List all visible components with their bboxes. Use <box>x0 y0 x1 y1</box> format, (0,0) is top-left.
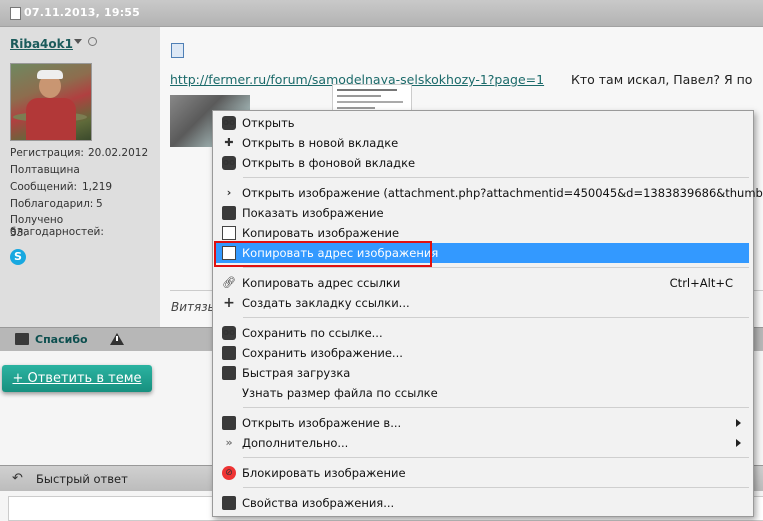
menu-separator <box>243 407 749 408</box>
thanks-icon[interactable] <box>15 333 29 345</box>
link-icon: 🔗︎ <box>222 276 236 289</box>
context-menu: oo Открыть ✚ Открыть в новой вкладке oo … <box>212 110 763 517</box>
glasses-icon: oo <box>222 116 236 130</box>
block-icon: ⊘ <box>222 466 236 480</box>
skype-icon[interactable]: S <box>10 249 26 265</box>
menu-separator <box>243 177 749 178</box>
user-menu-arrow-icon[interactable] <box>74 39 82 44</box>
menu-item-open-image-in[interactable]: Открыть изображение в... <box>215 413 749 433</box>
menu-separator <box>243 457 749 458</box>
camera-icon <box>222 206 236 220</box>
post-header: 07.11.2013, 19:55 <box>0 0 763 27</box>
menu-item-open-new-tab[interactable]: ✚ Открыть в новой вкладке <box>215 133 749 153</box>
menu-item-file-size[interactable]: Узнать размер файла по ссылке <box>215 383 749 403</box>
username-link[interactable]: Riba4ok1 <box>10 37 73 51</box>
chevron-right-icon: › <box>226 186 232 199</box>
submenu-arrow-icon <box>736 439 741 447</box>
menu-item-save-image[interactable]: Сохранить изображение... <box>215 343 749 363</box>
menu-item-image-properties[interactable]: Свойства изображения... <box>215 493 749 513</box>
menu-item-save-link[interactable]: oo Сохранить по ссылке... <box>215 323 749 343</box>
reply-in-thread-button[interactable]: + Ответить в теме <box>2 365 152 392</box>
stat-thanks-count: 33. <box>10 227 27 239</box>
stat-messages: Сообщений: 1,219 <box>10 181 113 193</box>
glasses-icon: oo <box>222 156 236 170</box>
double-chevron-icon: » <box>225 436 233 449</box>
warning-exclamation-mark <box>116 336 118 341</box>
online-status-icon <box>88 37 97 46</box>
menu-item-more[interactable]: » Дополнительно... <box>215 433 749 453</box>
menu-item-open[interactable]: oo Открыть <box>215 113 749 133</box>
menu-item-block-image[interactable]: ⊘ Блокировать изображение <box>215 463 749 483</box>
signature-text: Витязь <box>171 300 215 314</box>
avatar[interactable] <box>10 63 92 141</box>
menu-separator <box>243 267 749 268</box>
shortcut-label: Ctrl+Alt+C <box>669 276 733 290</box>
menu-separator <box>243 487 749 488</box>
stat-registration: Регистрация: 20.02.2012 <box>10 147 149 159</box>
avatar-cap-shape <box>37 70 63 79</box>
quick-reply-label: Быстрый ответ <box>36 472 128 486</box>
stat-location: Полтавщина <box>10 164 80 176</box>
thanks-button[interactable]: Спасибо <box>35 333 88 346</box>
menu-item-open-background-tab[interactable]: oo Открыть в фоновой вкладке <box>215 153 749 173</box>
properties-icon <box>222 496 236 510</box>
stat-thanks-received: Получено благодарностей: <box>10 214 104 238</box>
post-document-icon <box>10 7 21 20</box>
menu-item-open-image[interactable]: › Открыть изображение (attachment.php?at… <box>215 183 763 203</box>
menu-item-copy-image[interactable]: Копировать изображение <box>215 223 749 243</box>
reply-arrow-icon: ↶ <box>12 471 23 486</box>
submenu-arrow-icon <box>736 419 741 427</box>
stat-thanked: Поблагодарил: 5 <box>10 198 103 210</box>
post-date: 07.11.2013, 19:55 <box>24 6 141 19</box>
menu-item-quick-download[interactable]: Быстрая загрузка <box>215 363 749 383</box>
save-icon <box>222 346 236 360</box>
menu-separator <box>243 317 749 318</box>
glasses-icon: oo <box>222 326 236 340</box>
plus-icon: + <box>223 295 235 311</box>
post-text: Кто там искал, Павел? Я по <box>571 72 753 87</box>
post-icon <box>171 43 184 58</box>
camera-icon <box>222 416 236 430</box>
download-icon <box>222 366 236 380</box>
highlight-annotation-box <box>214 241 432 267</box>
user-info-sidebar: Riba4ok1 Регистрация: 20.02.2012 Полтавщ… <box>0 27 160 327</box>
avatar-body-shape <box>26 98 76 140</box>
new-tab-icon: ✚ <box>224 136 234 149</box>
copy-image-icon <box>222 226 236 240</box>
menu-item-bookmark-link[interactable]: + Создать закладку ссылки... <box>215 293 749 313</box>
menu-item-copy-link-address[interactable]: 🔗︎ Копировать адрес ссылки Ctrl+Alt+C <box>215 273 749 293</box>
menu-item-show-image[interactable]: Показать изображение <box>215 203 749 223</box>
